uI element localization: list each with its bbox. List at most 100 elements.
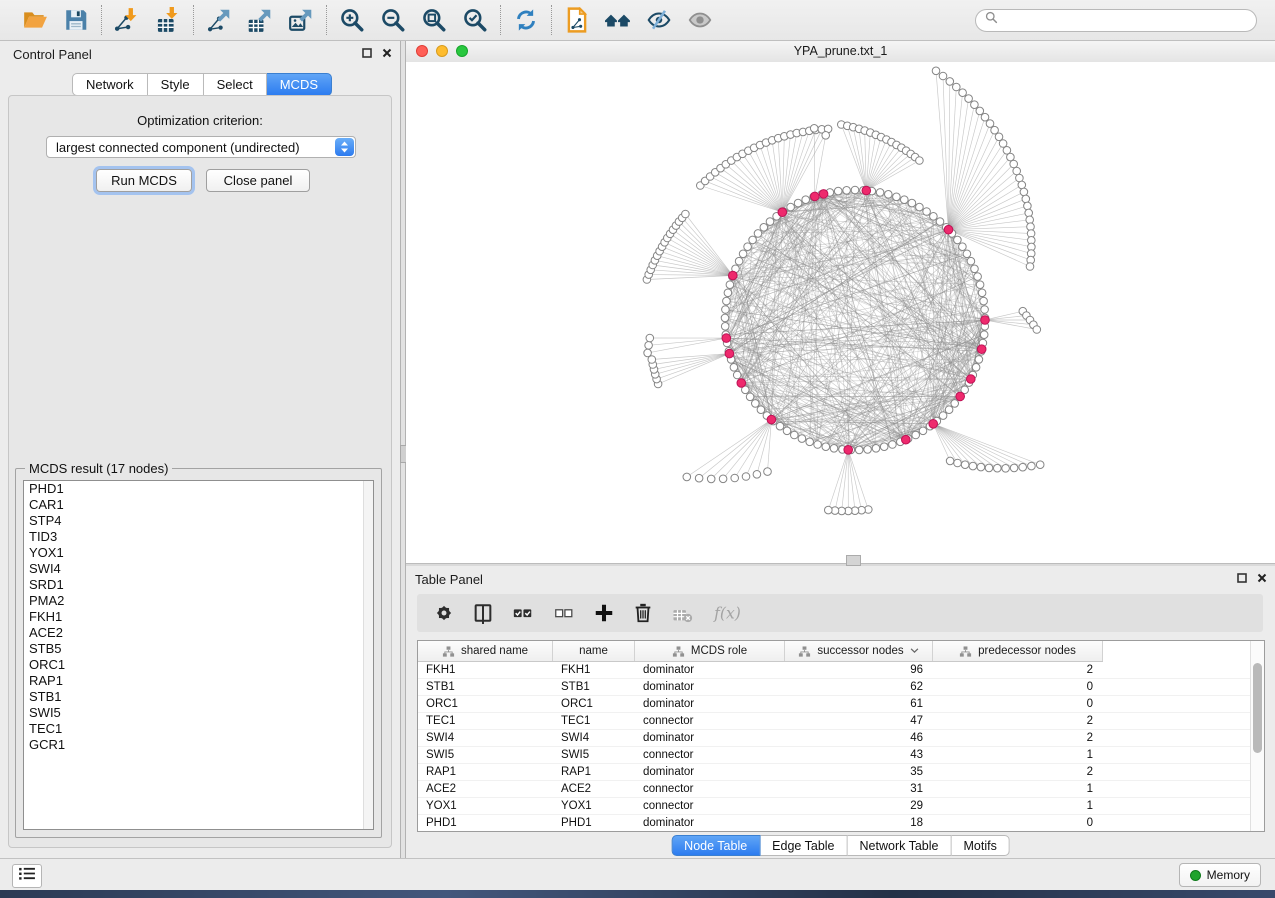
- table-cell: PHD1: [418, 817, 553, 829]
- mcds-result-title: MCDS result (17 nodes): [25, 461, 172, 476]
- table-panel-title: Table Panel: [415, 572, 483, 587]
- settings-icon[interactable]: [433, 602, 455, 624]
- table-row[interactable]: YOX1YOX1connector291: [418, 798, 1250, 815]
- close-panel-button[interactable]: Close panel: [206, 169, 310, 192]
- import-network-icon[interactable]: [113, 6, 141, 34]
- tab-edge-table[interactable]: Edge Table: [760, 835, 847, 856]
- table-cell: RAP1: [553, 766, 635, 778]
- mcds-result-item[interactable]: PHD1: [24, 481, 373, 497]
- float-panel-icon[interactable]: [362, 48, 372, 58]
- tab-style[interactable]: Style: [148, 73, 204, 96]
- mcds-result-list[interactable]: PHD1CAR1STP4TID3YOX1SWI4SRD1PMA2FKH1ACE2…: [23, 480, 374, 830]
- mcds-result-item[interactable]: STP4: [24, 513, 373, 529]
- mcds-result-item[interactable]: PMA2: [24, 593, 373, 609]
- show-all-icon[interactable]: [686, 6, 714, 34]
- select-all-icon[interactable]: [511, 602, 535, 624]
- table-header-row: shared namenameMCDS rolesuccessor nodesp…: [418, 641, 1103, 662]
- apply-layout-icon[interactable]: [512, 6, 540, 34]
- horizontal-splitter-grip[interactable]: [846, 555, 861, 566]
- table-cell: connector: [635, 749, 785, 761]
- open-session-icon[interactable]: [21, 6, 49, 34]
- save-session-icon[interactable]: [62, 6, 90, 34]
- zoom-out-icon[interactable]: [379, 6, 407, 34]
- network-from-selection-icon[interactable]: [563, 6, 591, 34]
- add-row-icon[interactable]: [593, 602, 615, 624]
- mcds-result-item[interactable]: CAR1: [24, 497, 373, 513]
- table-cell: ORC1: [418, 698, 553, 710]
- mcds-result-item[interactable]: SRD1: [24, 577, 373, 593]
- mcds-result-item[interactable]: FKH1: [24, 609, 373, 625]
- apply-function-icon: f(x): [712, 602, 742, 624]
- export-table-icon[interactable]: [246, 6, 274, 34]
- mcds-list-scrollbar[interactable]: [363, 481, 373, 829]
- run-mcds-button[interactable]: Run MCDS: [96, 169, 192, 192]
- zoom-selected-icon[interactable]: [461, 6, 489, 34]
- mcds-result-item[interactable]: GCR1: [24, 737, 373, 753]
- mcds-result-item[interactable]: RAP1: [24, 673, 373, 689]
- tab-mcds[interactable]: MCDS: [267, 73, 332, 96]
- table-cell: 96: [785, 664, 933, 676]
- search-input[interactable]: [1003, 12, 1247, 28]
- table-row[interactable]: SWI5SWI5connector431: [418, 747, 1250, 764]
- table-tabs: Node TableEdge TableNetwork TableMotifs: [671, 835, 1010, 856]
- mcds-result-item[interactable]: ACE2: [24, 625, 373, 641]
- automation-panel-button[interactable]: [12, 864, 42, 888]
- column-header-predecessor-nodes[interactable]: predecessor nodes: [933, 641, 1103, 661]
- table-cell: 29: [785, 800, 933, 812]
- tab-select[interactable]: Select: [204, 73, 267, 96]
- close-panel-icon[interactable]: [1257, 573, 1267, 583]
- mcds-result-item[interactable]: STB1: [24, 689, 373, 705]
- table-row[interactable]: PHD1PHD1dominator180: [418, 815, 1250, 831]
- table-cell: 31: [785, 783, 933, 795]
- column-header-shared-name[interactable]: shared name: [418, 641, 553, 661]
- table-row[interactable]: ACE2ACE2connector311: [418, 781, 1250, 798]
- hierarchy-icon: [798, 646, 811, 657]
- first-neighbors-icon[interactable]: [604, 6, 632, 34]
- column-header-successor-nodes[interactable]: successor nodes: [785, 641, 933, 661]
- table-scrollbar-thumb[interactable]: [1253, 663, 1262, 753]
- mcds-result-item[interactable]: TID3: [24, 529, 373, 545]
- table-row[interactable]: STB1STB1dominator620: [418, 679, 1250, 696]
- table-row[interactable]: TEC1TEC1connector472: [418, 713, 1250, 730]
- table-row[interactable]: RAP1RAP1dominator352: [418, 764, 1250, 781]
- float-panel-icon[interactable]: [1237, 573, 1247, 583]
- network-canvas[interactable]: [406, 62, 1275, 563]
- table-cell: 1: [933, 783, 1103, 795]
- hide-selected-icon[interactable]: [645, 6, 673, 34]
- tab-motifs[interactable]: Motifs: [951, 835, 1009, 856]
- close-panel-icon[interactable]: [382, 48, 392, 58]
- column-header-name[interactable]: name: [553, 641, 635, 661]
- control-panel-title: Control Panel: [13, 47, 92, 62]
- select-stepper-icon: [335, 138, 354, 156]
- memory-button[interactable]: Memory: [1179, 863, 1261, 887]
- mcds-result-item[interactable]: TEC1: [24, 721, 373, 737]
- mcds-result-item[interactable]: ORC1: [24, 657, 373, 673]
- table-toolbar: f(x): [417, 594, 1263, 632]
- toggle-columns-icon[interactable]: [472, 602, 494, 624]
- sort-chevron-icon: [910, 648, 919, 654]
- criterion-select[interactable]: largest connected component (undirected): [46, 136, 356, 158]
- tab-node-table[interactable]: Node Table: [671, 835, 760, 856]
- zoom-in-icon[interactable]: [338, 6, 366, 34]
- delete-row-icon[interactable]: [632, 602, 654, 624]
- export-image-icon[interactable]: [287, 6, 315, 34]
- zoom-fit-icon[interactable]: [420, 6, 448, 34]
- mcds-result-item[interactable]: SWI4: [24, 561, 373, 577]
- search-field[interactable]: [975, 9, 1257, 32]
- table-row[interactable]: ORC1ORC1dominator610: [418, 696, 1250, 713]
- import-table-icon[interactable]: [154, 6, 182, 34]
- mcds-result-item[interactable]: STB5: [24, 641, 373, 657]
- table-cell: YOX1: [553, 800, 635, 812]
- memory-status-led: [1190, 870, 1201, 881]
- table-scrollbar[interactable]: [1250, 641, 1264, 831]
- mcds-result-item[interactable]: SWI5: [24, 705, 373, 721]
- table-row[interactable]: SWI4SWI4dominator462: [418, 730, 1250, 747]
- deselect-all-icon[interactable]: [552, 602, 576, 624]
- network-window-title: YPA_prune.txt_1: [406, 44, 1275, 58]
- tab-network-table[interactable]: Network Table: [848, 835, 952, 856]
- export-network-icon[interactable]: [205, 6, 233, 34]
- tab-network[interactable]: Network: [72, 73, 148, 96]
- column-header-MCDS-role[interactable]: MCDS role: [635, 641, 785, 661]
- table-row[interactable]: FKH1FKH1dominator962: [418, 662, 1250, 679]
- mcds-result-item[interactable]: YOX1: [24, 545, 373, 561]
